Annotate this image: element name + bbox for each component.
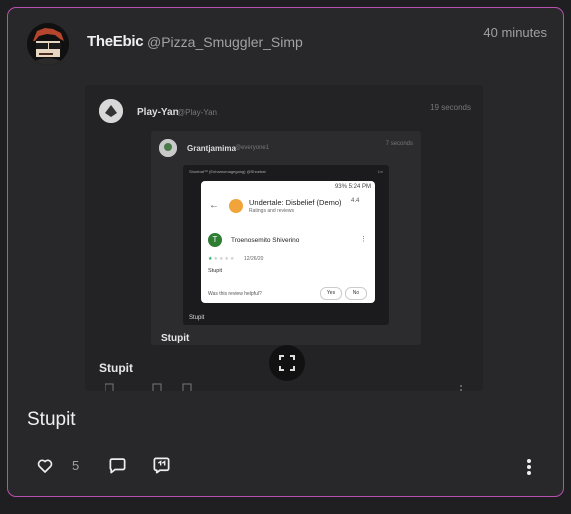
nested-post-text: Stupit [161, 333, 190, 344]
user-handle[interactable]: @Pizza_Smuggler_Simp [147, 34, 303, 50]
ratings-subtitle: Ratings and reviews [249, 208, 295, 214]
screenshot-text: Stupit [189, 315, 205, 321]
review-text: Stupit [208, 268, 223, 274]
nested-avatar-image [159, 139, 177, 157]
review-dialog: 93% 5:24 PM ← Undertale: Disbelief (Demo… [201, 181, 375, 303]
expand-icon [279, 355, 295, 371]
like-button[interactable] [36, 457, 54, 480]
nested-handle: @everyone1 [235, 145, 270, 151]
post-timestamp[interactable]: 40 minutes [483, 25, 547, 40]
embed-avatar-image [99, 99, 123, 123]
more-vertical-icon [527, 459, 531, 475]
quote-button[interactable] [152, 456, 171, 480]
status-bar: 93% 5:24 PM [334, 184, 371, 190]
avatar[interactable] [27, 23, 69, 65]
post-text: Stupit [27, 409, 76, 430]
heart-icon [37, 459, 53, 473]
display-name[interactable]: TheEbic [87, 33, 144, 50]
review-stars: ★★★★★ [208, 256, 236, 262]
post-card[interactable]: TheEbic @Pizza_Smuggler_Simp 40 minutes … [7, 7, 564, 497]
reviewer-name: Troenosemito Shiverino [231, 237, 300, 244]
expand-button[interactable] [269, 345, 305, 381]
nested-avatar [159, 139, 177, 157]
embed-post-text: Stupit [99, 361, 133, 375]
embed-handle: @Play-Yan [177, 108, 217, 117]
nested-post: Grantjamima @everyone1 7 seconds Shoebat… [151, 131, 421, 345]
embed-timestamp: 19 seconds [430, 103, 471, 112]
review-more-icon: ⋮ [360, 236, 367, 243]
nested-timestamp: 7 seconds [385, 141, 413, 147]
screenshot-timestamp: 1m [377, 169, 383, 174]
more-options-button[interactable] [524, 457, 534, 482]
embed-action-icons-image [104, 383, 462, 391]
reviewer-avatar: T [208, 233, 222, 247]
helpful-no-button: No [345, 287, 367, 300]
app-title: Undertale: Disbelief (Demo) [249, 198, 342, 207]
nested-display-name: Grantjamima [187, 144, 236, 153]
review-date: 12/26/20 [244, 256, 264, 262]
reply-icon [109, 458, 126, 474]
embed-action-icons [104, 381, 465, 391]
like-count: 5 [72, 458, 80, 473]
quote-icon [153, 457, 170, 474]
nested-screenshot: Shoebat™ (Enhamomagegang) @Shoebat 1m 93… [183, 165, 389, 325]
app-rating: 4.4 [351, 198, 360, 204]
back-arrow-icon: ← [209, 200, 219, 211]
avatar-image [27, 23, 69, 65]
screenshot-header: Shoebat™ (Enhamomagegang) @Shoebat [189, 169, 266, 174]
helpful-prompt: Was this review helpful? [208, 291, 262, 297]
embed-avatar [99, 99, 123, 123]
helpful-yes-button: Yes [320, 287, 342, 300]
reply-button[interactable] [108, 456, 127, 480]
app-logo-icon [229, 199, 243, 213]
embed-display-name: Play-Yan [137, 107, 179, 118]
